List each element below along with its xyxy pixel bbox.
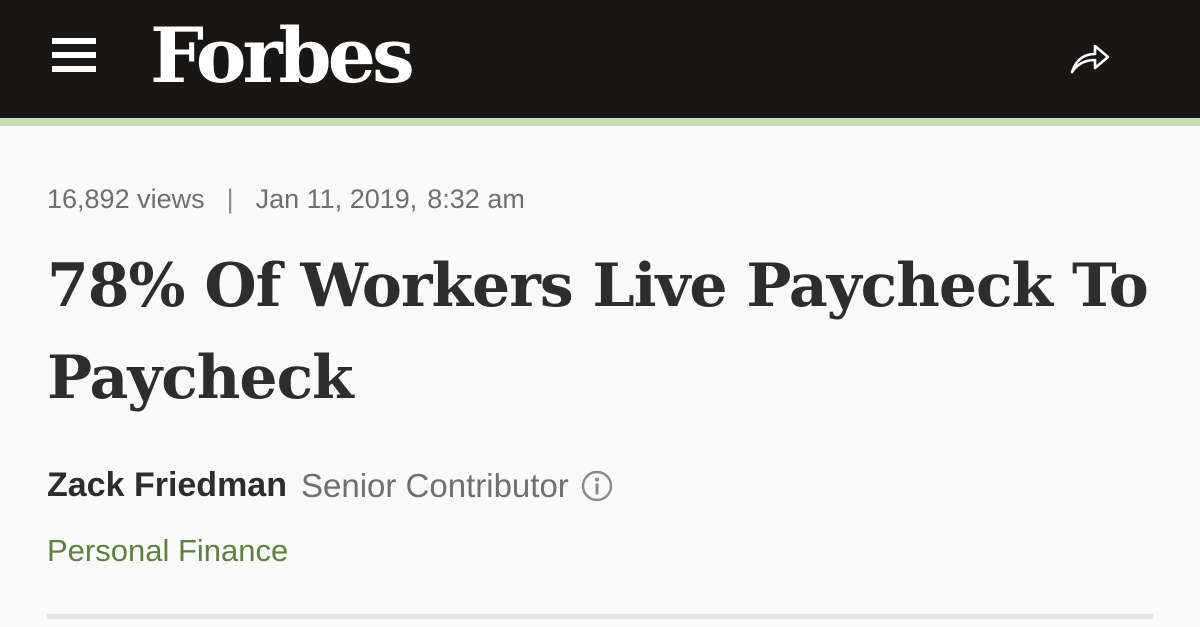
author-byline: Zack Friedman Senior Contributor bbox=[47, 466, 613, 505]
publish-time: 8:32 am bbox=[427, 184, 525, 214]
forbes-logo[interactable]: Forbes bbox=[150, 6, 415, 106]
channel-link[interactable]: Personal Finance bbox=[47, 533, 288, 569]
view-count: 16,892 views bbox=[47, 184, 205, 214]
article-meta: 16,892 views | Jan 11, 2019, 8:32 am bbox=[47, 184, 525, 215]
header-accent-stripe bbox=[0, 118, 1200, 126]
menu-line bbox=[52, 52, 96, 58]
top-navigation-bar: Forbes bbox=[0, 0, 1200, 118]
menu-line bbox=[52, 66, 96, 72]
menu-line bbox=[52, 38, 96, 44]
hamburger-menu-icon[interactable] bbox=[52, 38, 98, 72]
share-arrow-icon[interactable] bbox=[1068, 40, 1112, 76]
article-page: Forbes 16,892 views | Jan 11, 2019, 8:32 am… bbox=[0, 0, 1200, 627]
article-headline: 78% Of Workers Live Paycheck To Paycheck bbox=[47, 251, 1149, 413]
section-divider bbox=[47, 614, 1153, 619]
share-arrow-glyph bbox=[1070, 44, 1110, 74]
meta-separator: | bbox=[226, 184, 234, 214]
author-role: Senior Contributor bbox=[300, 466, 569, 504]
author-name[interactable]: Zack Friedman bbox=[47, 466, 287, 505]
info-circle-icon[interactable] bbox=[581, 470, 613, 502]
publish-date: Jan 11, 2019, bbox=[255, 184, 418, 214]
info-glyph bbox=[581, 470, 612, 501]
